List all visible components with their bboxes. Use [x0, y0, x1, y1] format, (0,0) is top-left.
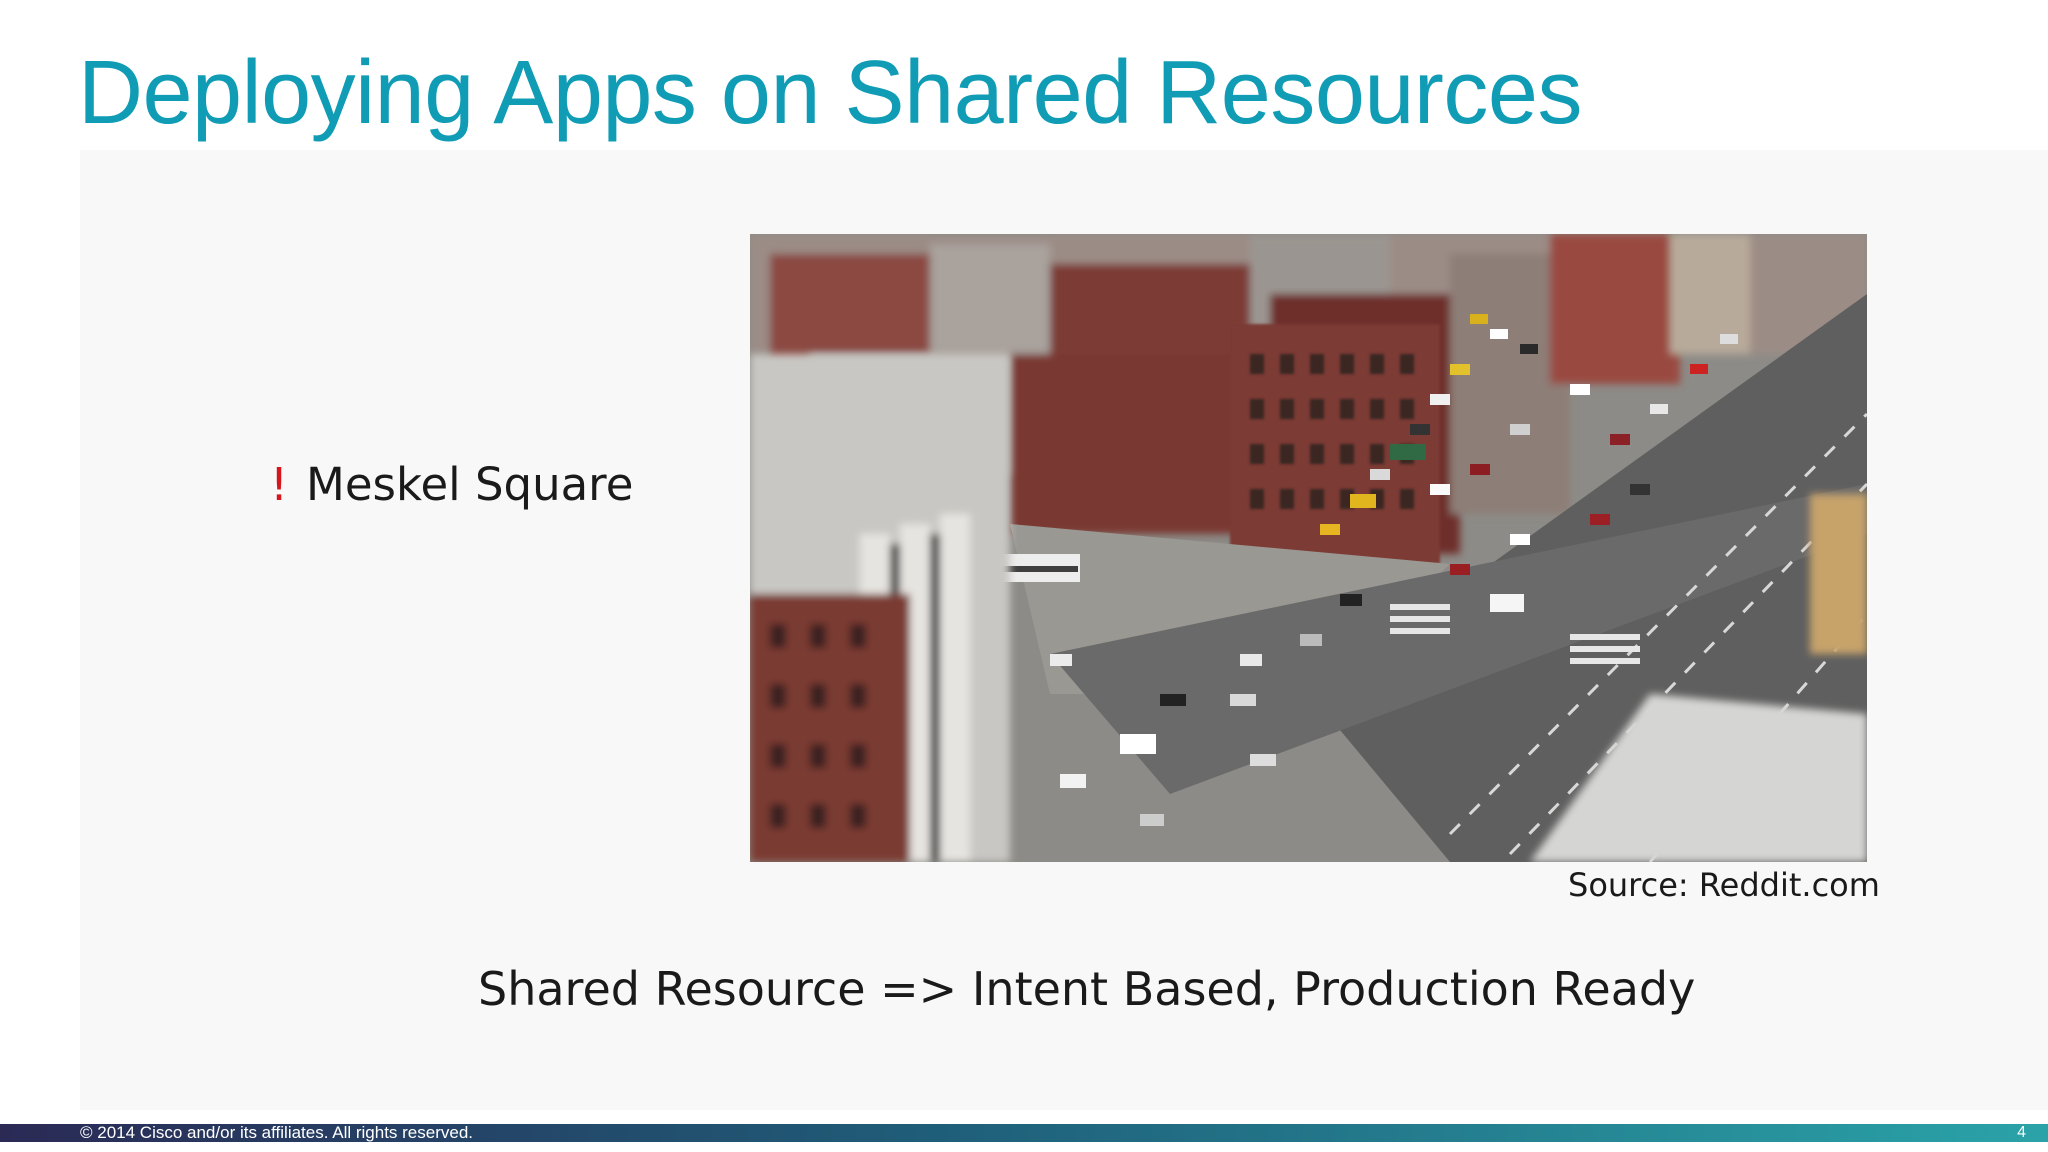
copyright-text: © 2014 Cisco and/or its affiliates. All … — [80, 1123, 474, 1142]
page-number: 4 — [2017, 1124, 2026, 1141]
bullet-text: Meskel Square — [306, 458, 634, 511]
image-source-caption: Source: Reddit.com — [1568, 866, 1880, 904]
photo-illustration — [750, 234, 1867, 862]
slide-title: Deploying Apps on Shared Resources — [78, 43, 1582, 143]
slide-tagline: Shared Resource => Intent Based, Product… — [478, 962, 1696, 1016]
bullet-item: ! Meskel Square — [270, 458, 633, 511]
city-intersection-photo — [750, 234, 1867, 862]
slide: Deploying Apps on Shared Resources ! Mesk… — [0, 0, 2048, 1152]
bullet-marker: ! — [270, 458, 289, 511]
